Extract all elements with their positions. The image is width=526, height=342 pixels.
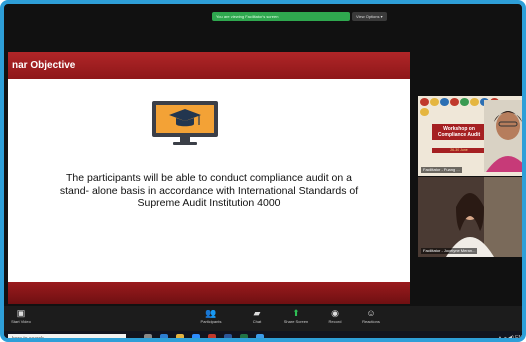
reactions-button[interactable]: ☺ Reactions bbox=[357, 308, 385, 324]
camera-icon: ▣ bbox=[16, 308, 26, 318]
word-icon[interactable] bbox=[224, 334, 232, 338]
reactions-icon: ☺ bbox=[366, 308, 376, 318]
share-screen-button[interactable]: ⬆ Share Screen bbox=[280, 308, 312, 324]
slide-title: nar Objective bbox=[8, 52, 410, 79]
folder-icon[interactable] bbox=[176, 334, 184, 338]
task-view-icon[interactable] bbox=[144, 334, 152, 338]
browser-icon[interactable] bbox=[160, 334, 168, 338]
powerpoint-icon[interactable] bbox=[208, 334, 216, 338]
participant-name: Facilitator - Jocelyne Meran... bbox=[421, 248, 478, 254]
view-options-button[interactable]: View Options ▾ bbox=[352, 11, 387, 21]
edge-icon[interactable] bbox=[256, 334, 264, 338]
taskbar-search[interactable]: here to search bbox=[8, 334, 126, 338]
system-tray[interactable]: ▲ ⌁ ◀) ENG bbox=[498, 334, 522, 338]
excel-icon[interactable] bbox=[240, 334, 248, 338]
graduation-cap-monitor-icon bbox=[152, 101, 218, 145]
toolbar-label: Participants bbox=[200, 319, 222, 324]
share-status-pill[interactable]: You are viewing Facilitator's screen bbox=[212, 11, 350, 21]
participants-icon: 👥 bbox=[205, 308, 217, 318]
toolbar-label: Reactions bbox=[362, 319, 380, 324]
windows-taskbar: here to search ▲ ⌁ ◀) ENG bbox=[4, 331, 522, 338]
toolbar-label: Start Video bbox=[11, 319, 31, 324]
zoom-window: You are viewing Facilitator's screen Vie… bbox=[0, 0, 526, 342]
participant-name: Facilitator - Fuang ... bbox=[421, 167, 462, 173]
record-icon: ◉ bbox=[331, 308, 339, 318]
objective-line: The participants will be able to conduct… bbox=[65, 172, 352, 184]
toolbar-label: Share Screen bbox=[283, 319, 309, 324]
shared-slide: nar Objective The participants will be a… bbox=[8, 52, 410, 304]
chat-icon: ▰ bbox=[253, 308, 261, 318]
workshop-banner: Workshop on Compliance Audit bbox=[432, 124, 486, 140]
participants-button[interactable]: 👥 Participants bbox=[194, 308, 228, 324]
meeting-toolbar: ▣ Start Video 👥 Participants ▰ Chat ⬆ Sh… bbox=[4, 306, 522, 331]
start-video-button[interactable]: ▣ Start Video bbox=[8, 308, 34, 324]
toolbar-label: Chat bbox=[252, 319, 262, 324]
zoom-app-icon[interactable] bbox=[192, 334, 200, 338]
chat-button[interactable]: ▰ Chat bbox=[247, 308, 267, 324]
workshop-dates: 26-30 June bbox=[432, 148, 486, 153]
participant-video bbox=[418, 177, 522, 257]
toolbar-label: Record bbox=[328, 319, 342, 324]
objective-text: The participants will be able to conduct… bbox=[8, 172, 410, 210]
record-button[interactable]: ◉ Record bbox=[324, 308, 346, 324]
objective-line: Supreme Audit Institution 4000 bbox=[137, 197, 281, 209]
slide-footer-band bbox=[8, 282, 410, 304]
objective-line: stand- alone basis in accordance with In… bbox=[59, 184, 359, 197]
video-tile-presenter[interactable]: Workshop on Compliance Audit 26-30 June … bbox=[418, 96, 522, 176]
participant-video bbox=[484, 100, 522, 172]
screen-share-bar: You are viewing Facilitator's screen Vie… bbox=[212, 11, 392, 21]
share-screen-icon: ⬆ bbox=[292, 308, 300, 318]
video-tile-participant[interactable]: Facilitator - Jocelyne Meran... bbox=[418, 177, 522, 257]
